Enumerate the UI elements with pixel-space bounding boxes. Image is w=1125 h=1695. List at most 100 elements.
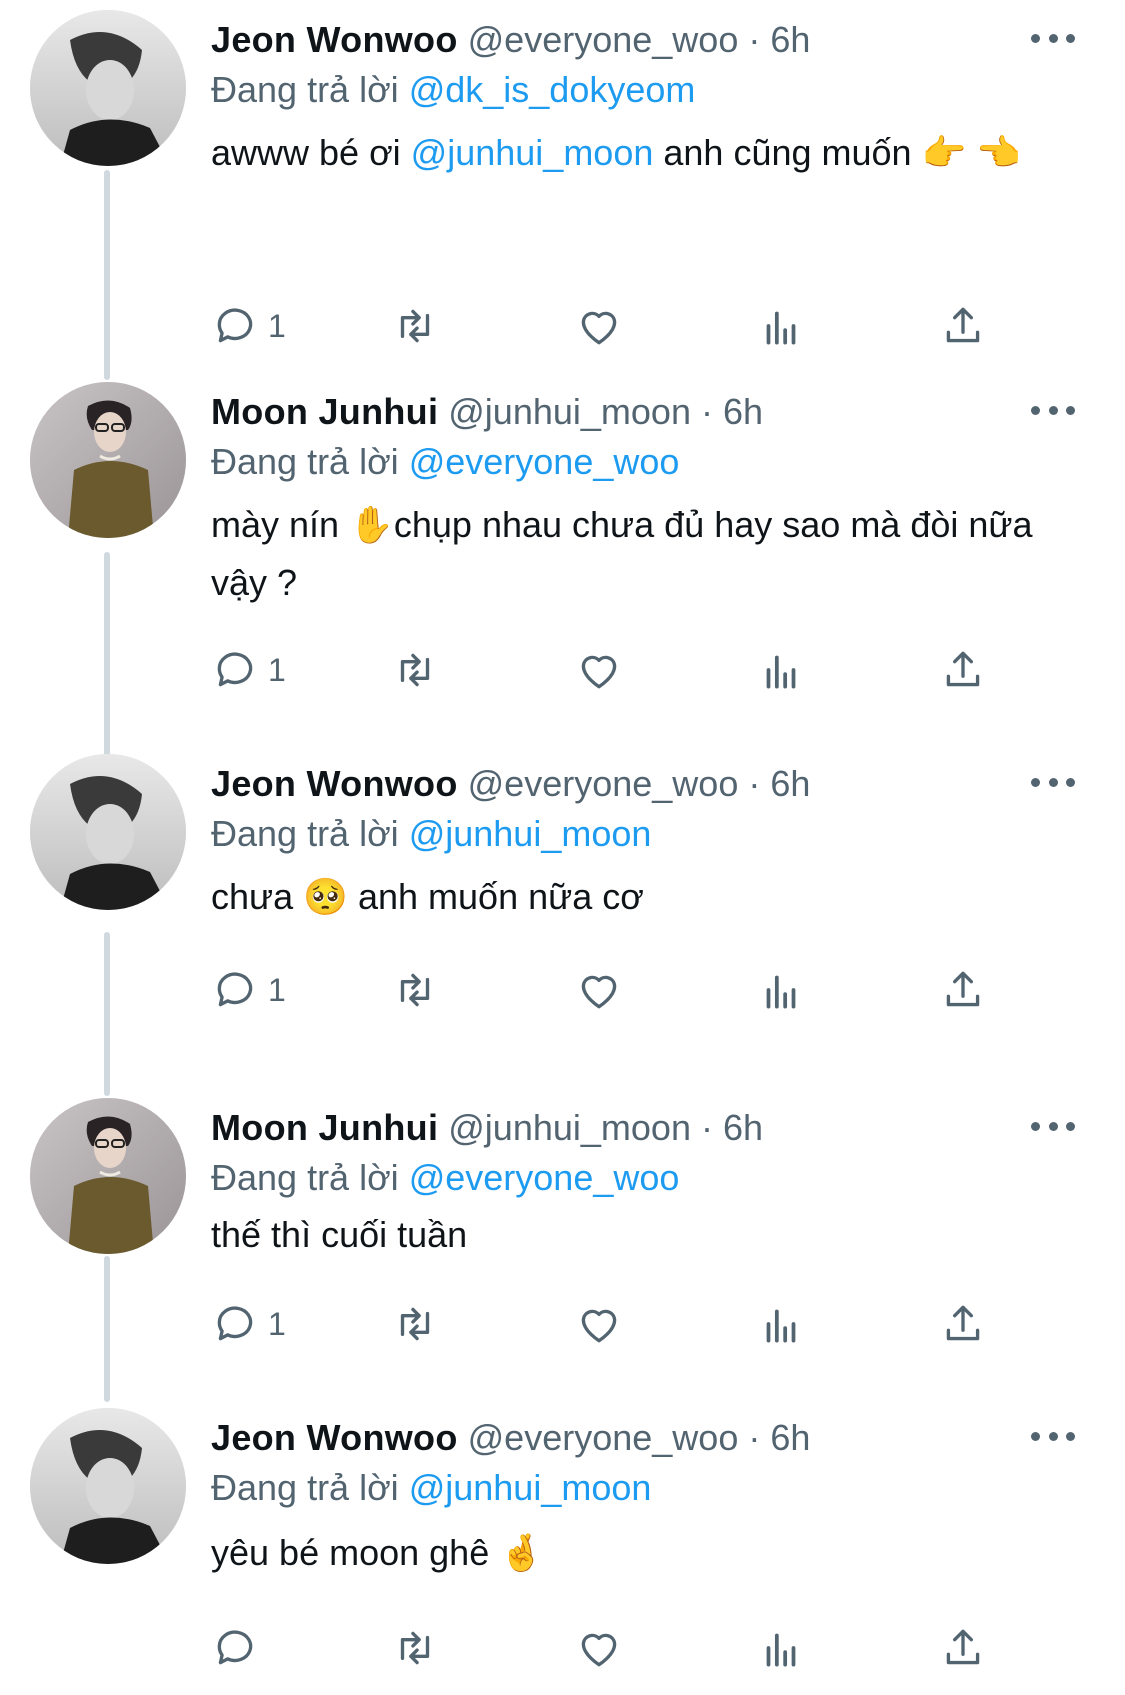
share-upload-icon [946, 971, 980, 1007]
display-name[interactable]: Jeon Wonwoo [211, 19, 458, 60]
separator-dot: · [748, 19, 761, 60]
tweet[interactable]: Jeon Wonwoo @everyone_woo · 6h Đang trả … [0, 744, 1125, 1034]
timestamp[interactable]: 6h [770, 1417, 810, 1458]
replying-to: Đang trả lời @everyone_woo [211, 1156, 679, 1200]
tweet-text-part: anh cũng muốn 👉 👈 [653, 132, 1022, 173]
tweet-text: thế thì cuối tuần [211, 1214, 468, 1255]
display-name[interactable]: Jeon Wonwoo [211, 763, 458, 804]
replying-mention-link[interactable]: @junhui_moon [409, 1467, 652, 1508]
reply-button[interactable]: 1 [210, 1296, 286, 1352]
replying-mention-link[interactable]: @everyone_woo [409, 1157, 680, 1198]
replying-mention-link[interactable]: @dk_is_dokyeom [409, 69, 696, 110]
views-chart-icon [766, 1309, 796, 1343]
reply-bubble-icon [217, 1306, 253, 1341]
avatar[interactable] [30, 754, 186, 910]
avatar[interactable] [30, 382, 186, 538]
views-button[interactable] [756, 1620, 806, 1676]
replying-prefix: Đang trả lời [211, 441, 399, 482]
more-horizontal-icon[interactable] [1031, 764, 1075, 800]
share-button[interactable] [938, 642, 988, 698]
tweet-header: Jeon Wonwoo @everyone_woo · 6h [211, 18, 1035, 62]
avatar[interactable] [30, 1098, 186, 1254]
tweet-text-part: awww bé ơi [211, 132, 411, 173]
reply-button[interactable] [210, 1620, 268, 1676]
reply-bubble-icon [217, 972, 253, 1007]
retweet-button[interactable] [390, 642, 440, 698]
reply-button[interactable]: 1 [210, 642, 286, 698]
retweet-button[interactable] [390, 962, 440, 1018]
tweet-header: Jeon Wonwoo @everyone_woo · 6h [211, 1416, 1035, 1460]
reply-button[interactable]: 1 [210, 962, 286, 1018]
share-button[interactable] [938, 1620, 988, 1676]
like-button[interactable] [574, 1620, 624, 1676]
share-button[interactable] [938, 962, 988, 1018]
timestamp[interactable]: 6h [770, 19, 810, 60]
tweet-header: Jeon Wonwoo @everyone_woo · 6h [211, 762, 1035, 806]
heart-icon [581, 655, 617, 689]
replying-prefix: Đang trả lời [211, 69, 399, 110]
retweet-button[interactable] [390, 298, 440, 354]
tweet[interactable]: Jeon Wonwoo @everyone_woo · 6h Đang trả … [0, 1398, 1125, 1695]
tweet-text: mày nín ✋chụp nhau chưa đủ hay sao mà đò… [211, 504, 1033, 603]
tweet-text: chưa 🥺 anh muốn nữa cơ [211, 876, 644, 917]
tweet[interactable]: Moon Junhui @junhui_moon · 6h Đang trả l… [0, 1088, 1125, 1368]
separator-dot: · [748, 763, 761, 804]
heart-icon [581, 1633, 617, 1667]
replying-prefix: Đang trả lời [211, 813, 399, 854]
like-button[interactable] [574, 962, 624, 1018]
more-horizontal-icon[interactable] [1031, 1418, 1075, 1454]
display-name[interactable]: Moon Junhui [211, 1107, 438, 1148]
views-chart-icon [766, 311, 796, 345]
share-button[interactable] [938, 1296, 988, 1352]
reply-button[interactable]: 1 [210, 298, 286, 354]
timestamp[interactable]: 6h [770, 763, 810, 804]
like-button[interactable] [574, 1296, 624, 1352]
tweet[interactable]: Jeon Wonwoo @everyone_woo · 6h Đang trả … [0, 0, 1125, 370]
share-upload-icon [946, 1305, 980, 1341]
share-button[interactable] [938, 298, 988, 354]
reply-bubble-icon [217, 652, 253, 687]
share-upload-icon [946, 651, 980, 687]
retweet-button[interactable] [390, 1296, 440, 1352]
reply-count: 1 [268, 971, 286, 1008]
replying-mention-link[interactable]: @everyone_woo [409, 441, 680, 482]
views-chart-icon [766, 975, 796, 1009]
more-horizontal-icon[interactable] [1031, 392, 1075, 428]
tweet-header: Moon Junhui @junhui_moon · 6h [211, 1106, 1035, 1150]
more-horizontal-icon[interactable] [1031, 1108, 1075, 1144]
user-handle[interactable]: @junhui_moon [448, 391, 691, 432]
user-handle[interactable]: @junhui_moon [448, 1107, 691, 1148]
replying-to: Đang trả lời @everyone_woo [211, 440, 679, 484]
views-button[interactable] [756, 962, 806, 1018]
tweet-actions: 1 [210, 298, 1010, 354]
user-handle[interactable]: @everyone_woo [468, 763, 739, 804]
reply-count: 1 [268, 307, 286, 344]
replying-to: Đang trả lời @dk_is_dokyeom [211, 68, 695, 112]
user-handle[interactable]: @everyone_woo [468, 19, 739, 60]
tweet[interactable]: Moon Junhui @junhui_moon · 6h Đang trả l… [0, 372, 1125, 712]
replying-to: Đang trả lời @junhui_moon [211, 1466, 651, 1510]
timestamp[interactable]: 6h [723, 1107, 763, 1148]
like-button[interactable] [574, 298, 624, 354]
like-button[interactable] [574, 642, 624, 698]
tweet-text: yêu bé moon ghê 🤞 [211, 1532, 545, 1573]
mention-link[interactable]: @junhui_moon [411, 132, 654, 173]
replying-to: Đang trả lời @junhui_moon [211, 812, 651, 856]
avatar[interactable] [30, 1408, 186, 1564]
tweet-actions: 1 [210, 642, 1010, 698]
display-name[interactable]: Moon Junhui [211, 391, 438, 432]
timestamp[interactable]: 6h [723, 391, 763, 432]
user-handle[interactable]: @everyone_woo [468, 1417, 739, 1458]
separator-dot: · [700, 391, 713, 432]
heart-icon [581, 1309, 617, 1343]
views-button[interactable] [756, 642, 806, 698]
avatar[interactable] [30, 10, 186, 166]
more-horizontal-icon[interactable] [1031, 20, 1075, 56]
views-chart-icon [766, 1633, 796, 1667]
views-button[interactable] [756, 298, 806, 354]
replying-prefix: Đang trả lời [211, 1157, 399, 1198]
replying-mention-link[interactable]: @junhui_moon [409, 813, 652, 854]
display-name[interactable]: Jeon Wonwoo [211, 1417, 458, 1458]
retweet-button[interactable] [390, 1620, 440, 1676]
views-button[interactable] [756, 1296, 806, 1352]
